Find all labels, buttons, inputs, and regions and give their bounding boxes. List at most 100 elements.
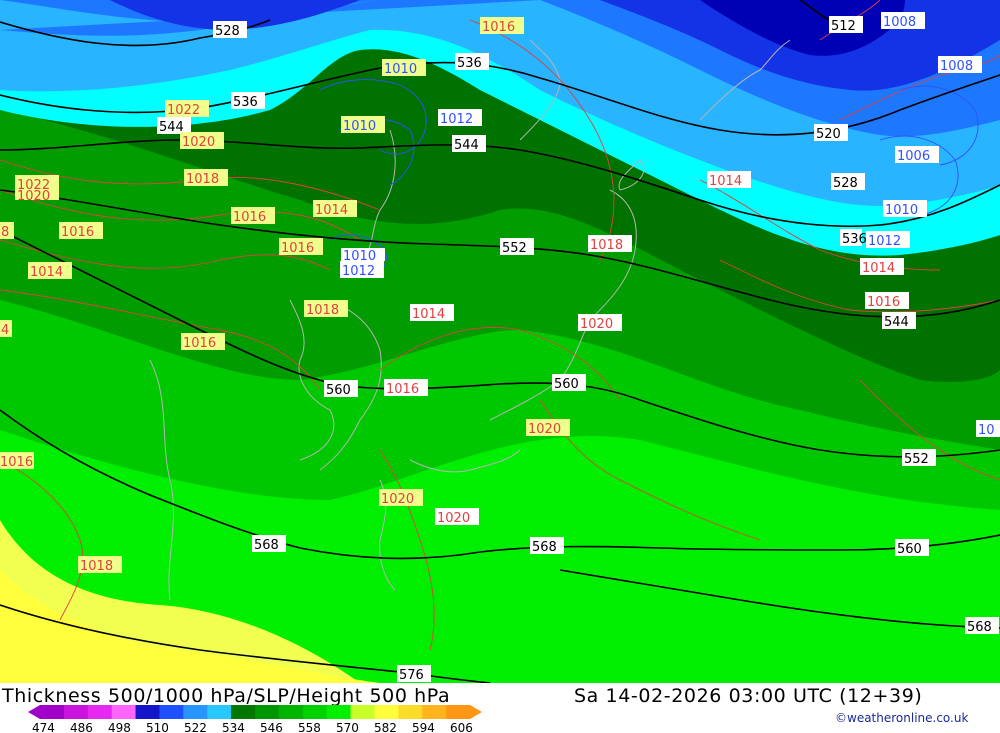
svg-text:1016: 1016 xyxy=(61,225,94,240)
svg-text:1022: 1022 xyxy=(167,103,200,118)
legend-swatch xyxy=(63,705,89,719)
svg-text:1010: 1010 xyxy=(343,119,376,134)
legend-tick-label: 546 xyxy=(260,721,283,733)
svg-text:1014: 1014 xyxy=(862,261,895,276)
legend-tick-label: 582 xyxy=(374,721,397,733)
svg-text:1016: 1016 xyxy=(281,241,314,256)
height-label: 544 xyxy=(882,312,916,330)
svg-text:1012: 1012 xyxy=(868,234,901,249)
pressure-label: 1012 xyxy=(438,109,482,127)
svg-text:576: 576 xyxy=(399,668,424,683)
pressure-label: 1016 xyxy=(231,207,275,225)
svg-text:1008: 1008 xyxy=(940,59,973,74)
footer: Thickness 500/1000 hPa/SLP/Height 500 hP… xyxy=(0,683,1000,733)
height-label: 576 xyxy=(397,665,431,683)
weather-map: 528 536 536 544 544 552 560 560 568 568 … xyxy=(0,0,1000,683)
svg-text:520: 520 xyxy=(816,127,841,142)
svg-text:1008: 1008 xyxy=(883,15,916,30)
legend-swatch xyxy=(159,705,184,719)
height-label: 568 xyxy=(530,537,564,555)
pressure-label: 1016 xyxy=(59,222,103,240)
pressure-label: 1010 xyxy=(341,116,385,134)
legend-tick-label: 606 xyxy=(450,721,473,733)
svg-text:1016: 1016 xyxy=(386,382,419,397)
pressure-label: 1014 xyxy=(860,258,904,276)
svg-text:1018: 1018 xyxy=(590,238,623,253)
svg-text:1006: 1006 xyxy=(897,149,930,164)
legend-swatch xyxy=(231,705,256,719)
svg-text:560: 560 xyxy=(326,383,351,398)
svg-text:552: 552 xyxy=(904,452,929,467)
pressure-label: 1020 xyxy=(578,314,622,332)
svg-text:560: 560 xyxy=(897,542,922,557)
svg-text:4: 4 xyxy=(1,323,9,338)
svg-text:512: 512 xyxy=(831,19,856,34)
svg-text:1014: 1014 xyxy=(315,203,348,218)
pressure-label: 1014 xyxy=(28,262,72,280)
svg-text:1016: 1016 xyxy=(183,336,216,351)
height-label: 568 xyxy=(252,535,286,553)
legend-swatch xyxy=(183,705,208,719)
legend-swatch xyxy=(255,705,280,719)
pressure-label: 1016 xyxy=(181,333,225,351)
svg-text:1012: 1012 xyxy=(440,112,473,127)
svg-text:536: 536 xyxy=(457,56,482,71)
legend-tick-label: 474 xyxy=(32,721,55,733)
map-title: Thickness 500/1000 hPa/SLP/Height 500 hP… xyxy=(2,685,451,707)
svg-text:568: 568 xyxy=(532,540,557,555)
svg-text:1018: 1018 xyxy=(186,172,219,187)
legend-arrow-left xyxy=(28,705,40,719)
pressure-label: 1014 xyxy=(410,304,454,322)
legend-swatch xyxy=(111,705,137,719)
svg-text:536: 536 xyxy=(842,232,867,247)
legend-swatch xyxy=(302,705,328,719)
svg-text:536: 536 xyxy=(233,95,258,110)
pressure-label: 8 xyxy=(0,222,14,240)
height-label: 536 xyxy=(455,53,489,71)
pressure-label: 1020 xyxy=(379,489,423,507)
height-label: 560 xyxy=(895,539,929,557)
legend-tick-label: 534 xyxy=(222,721,245,733)
height-label: 560 xyxy=(552,374,586,392)
svg-text:10: 10 xyxy=(978,423,995,438)
legend-tick-label: 486 xyxy=(70,721,93,733)
svg-text:1014: 1014 xyxy=(412,307,445,322)
svg-text:1014: 1014 xyxy=(709,174,742,189)
legend-swatch xyxy=(87,705,113,719)
pressure-label: 1016 xyxy=(0,452,34,470)
height-label: 544 xyxy=(452,135,486,153)
pressure-label: 1008 xyxy=(881,12,925,30)
svg-text:1018: 1018 xyxy=(80,559,113,574)
legend-swatch xyxy=(278,705,304,719)
height-label: 528 xyxy=(831,173,865,191)
legend-swatch xyxy=(350,705,375,719)
svg-text:528: 528 xyxy=(833,176,858,191)
height-label: 536 xyxy=(840,229,867,247)
svg-text:1020: 1020 xyxy=(381,492,414,507)
credit-link[interactable]: ©weatheronline.co.uk xyxy=(835,711,968,725)
height-label: 568 xyxy=(965,617,999,635)
svg-text:1020: 1020 xyxy=(580,317,613,332)
pressure-label: 1014 xyxy=(707,171,751,189)
legend-swatch xyxy=(326,705,352,719)
svg-text:528: 528 xyxy=(215,24,240,39)
height-label: 520 xyxy=(814,124,848,142)
legend-swatch xyxy=(422,705,447,719)
legend-swatch xyxy=(135,705,160,719)
svg-text:552: 552 xyxy=(502,241,527,256)
height-label: 560 xyxy=(324,380,358,398)
pressure-label: 1014 xyxy=(313,200,357,218)
legend-tick-label: 522 xyxy=(184,721,207,733)
svg-text:1020: 1020 xyxy=(17,189,50,204)
pressure-label: 1008 xyxy=(938,56,982,74)
svg-text:1016: 1016 xyxy=(233,210,266,225)
legend-swatch xyxy=(398,705,423,719)
valid-time: Sa 14-02-2026 03:00 UTC (12+39) xyxy=(574,685,923,707)
pressure-label: 1016 xyxy=(480,17,524,35)
pressure-label: 1016 xyxy=(279,238,323,256)
svg-text:1014: 1014 xyxy=(30,265,63,280)
pressure-label: 1010 xyxy=(883,200,927,218)
svg-text:1018: 1018 xyxy=(306,303,339,318)
legend-swatch xyxy=(40,705,65,719)
svg-text:1010: 1010 xyxy=(384,62,417,77)
